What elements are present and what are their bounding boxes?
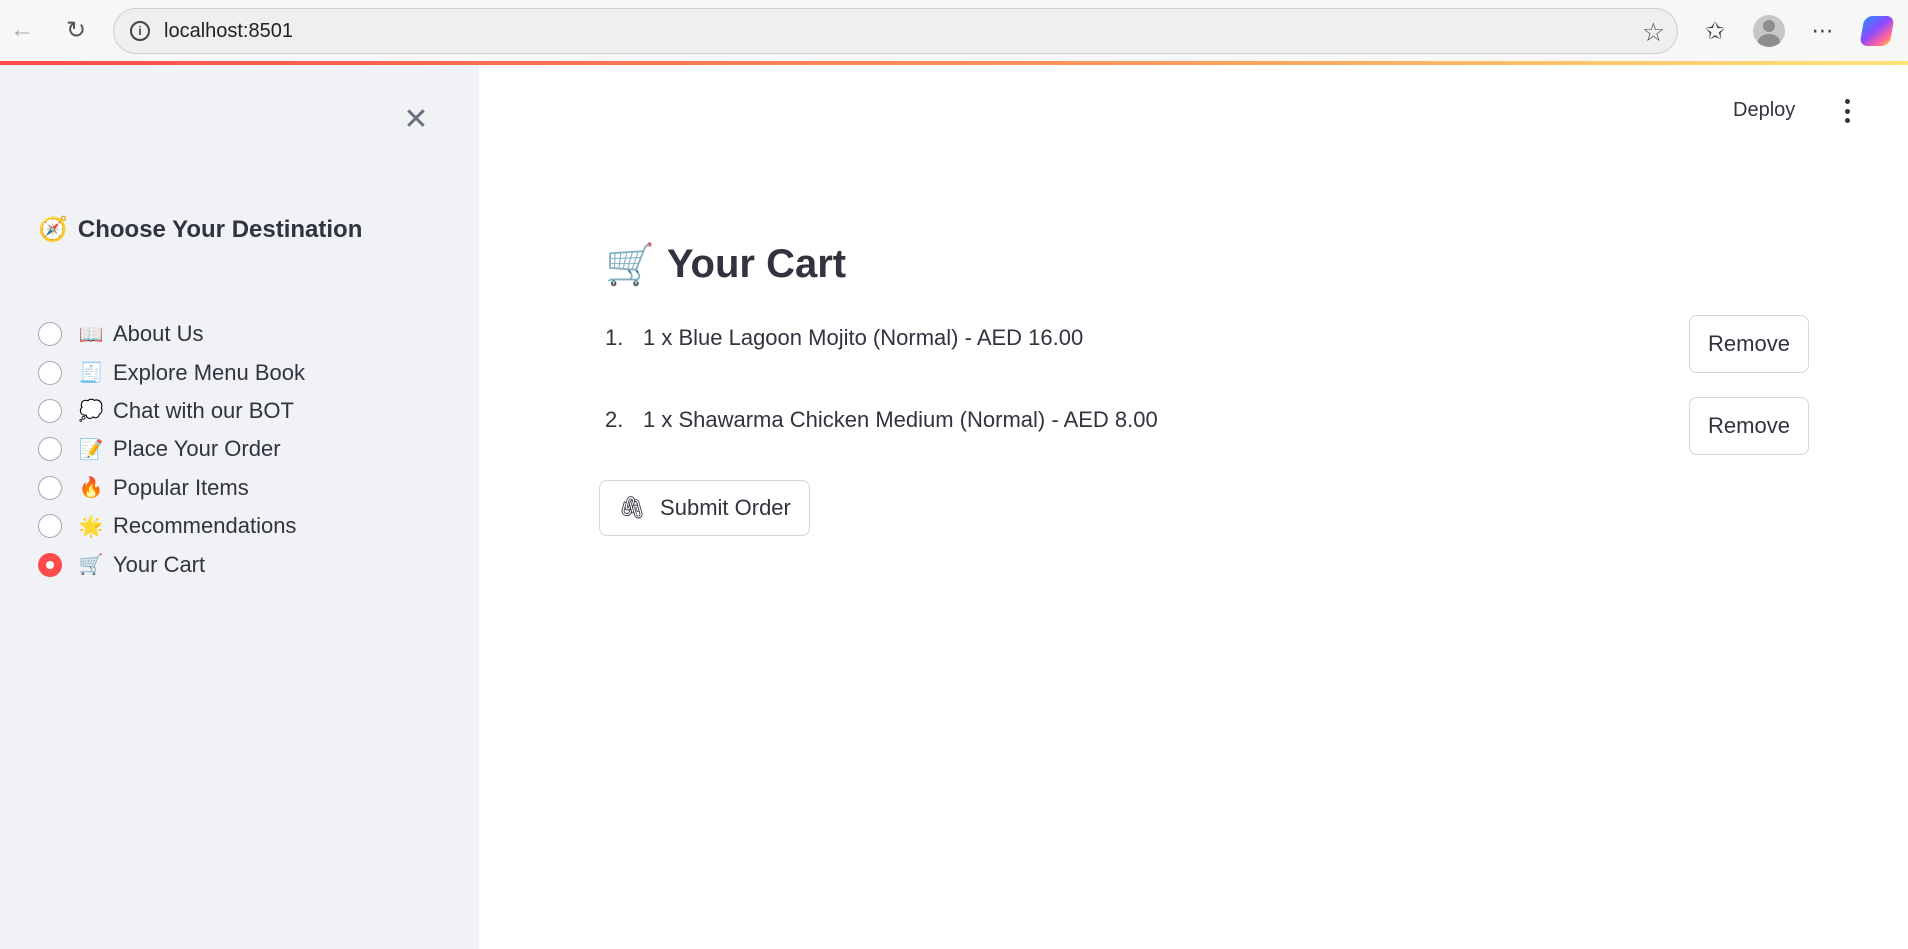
remove-button[interactable]: Remove [1689,315,1809,373]
navigation-radio-group: 📖 About Us 🧾 Explore Menu Book 💭 Chat with ou… [38,315,305,584]
star-icon[interactable]: ☆ [1642,17,1665,48]
favorites-icon[interactable]: ✩ [1698,14,1732,48]
radio-button[interactable] [38,514,62,539]
more-icon[interactable]: ⋯ [1806,14,1840,48]
radio-button[interactable] [38,437,62,462]
radio-button[interactable] [38,475,62,500]
cart-item-text: 1 x Blue Lagoon Mojito (Normal) - AED 16… [643,325,1084,350]
sidebar-item-label: Chat with our BOT [113,397,294,423]
sidebar-item-chat-with-our-bot[interactable]: 💭 Chat with our BOT [38,392,305,430]
sidebar-item-icon: 💭 [78,400,104,423]
cart-icon: 🛒 [605,243,655,287]
radio-button[interactable] [38,398,62,423]
kebab-menu-icon[interactable] [1841,99,1853,123]
sidebar-item-icon: 🌟 [78,515,104,538]
deploy-button[interactable]: Deploy [1733,99,1795,122]
sidebar-item-icon: 📝 [78,438,104,461]
sidebar-title: 🧭 Choose Your Destination [38,215,362,244]
radio-button[interactable] [38,360,62,385]
avatar [1753,15,1785,47]
page-title-text: Your Cart [666,242,847,286]
submit-order-button[interactable]: 🖇 Submit Order [599,480,810,536]
sidebar-item-your-cart[interactable]: 🛒 Your Cart [38,545,305,583]
cart-item-index: 1. [605,325,624,350]
sidebar-item-label: Place Your Order [113,436,281,462]
submit-order-label: Submit Order [660,495,791,520]
cart-item-index: 2. [605,407,624,432]
cart-item: 2. 1 x Shawarma Chicken Medium (Normal) -… [605,397,1809,479]
sidebar-item-label: Your Cart [113,551,206,577]
paperclip-icon: 🖇 [618,495,647,520]
kebab-dot [1844,99,1850,104]
sidebar-item-label: Recommendations [113,513,297,539]
sidebar-item-label: Explore Menu Book [113,359,305,385]
radio-button[interactable] [38,322,62,347]
remove-button[interactable]: Remove [1689,397,1809,455]
sidebar: ✕ 🧭 Choose Your Destination 📖 About Us 🧾 Ex… [0,65,479,949]
cart-item: 1. 1 x Blue Lagoon Mojito (Normal) - AED … [605,315,1809,397]
cart-item-text: 1 x Shawarma Chicken Medium (Normal) - A… [643,407,1158,432]
sidebar-item-icon: 🔥 [78,477,104,500]
browser-toolbar: ← ↻ i localhost:8501 ☆ ✩ ⋯ [0,0,1908,61]
sidebar-item-recommendations[interactable]: 🌟 Recommendations [38,507,305,545]
sidebar-item-about-us[interactable]: 📖 About Us [38,315,305,353]
sidebar-item-explore-menu-book[interactable]: 🧾 Explore Menu Book [38,353,305,391]
profile-icon[interactable] [1752,14,1786,48]
sidebar-item-label: About Us [113,321,204,347]
arrow-left-icon[interactable]: ← [6,14,38,46]
address-bar[interactable]: i localhost:8501 ☆ [113,8,1678,54]
radio-button[interactable] [38,552,62,577]
copilot-logo [1859,16,1895,46]
kebab-dot [1844,118,1850,123]
copilot-icon[interactable] [1859,14,1895,48]
sidebar-item-place-your-order[interactable]: 📝 Place Your Order [38,430,305,468]
main-content: Deploy 🛒 Your Cart 1. 1 x Blue Lagoon Moj… [479,65,1908,949]
cart-list: 1. 1 x Blue Lagoon Mojito (Normal) - AED … [605,315,1809,479]
url-text[interactable]: localhost:8501 [164,20,293,43]
sidebar-item-icon: 🧾 [78,362,104,385]
sidebar-item-icon: 🛒 [78,554,104,577]
sidebar-item-label: Popular Items [113,474,249,500]
info-icon[interactable]: i [130,21,150,41]
page-title: 🛒 Your Cart [605,241,846,288]
sidebar-title-text: Choose Your Destination [77,215,363,243]
reload-icon[interactable]: ↻ [60,14,92,46]
compass-icon: 🧭 [38,216,68,243]
close-icon[interactable]: ✕ [400,103,432,136]
sidebar-item-popular-items[interactable]: 🔥 Popular Items [38,469,305,507]
kebab-dot [1844,108,1850,114]
sidebar-item-icon: 📖 [78,323,104,346]
